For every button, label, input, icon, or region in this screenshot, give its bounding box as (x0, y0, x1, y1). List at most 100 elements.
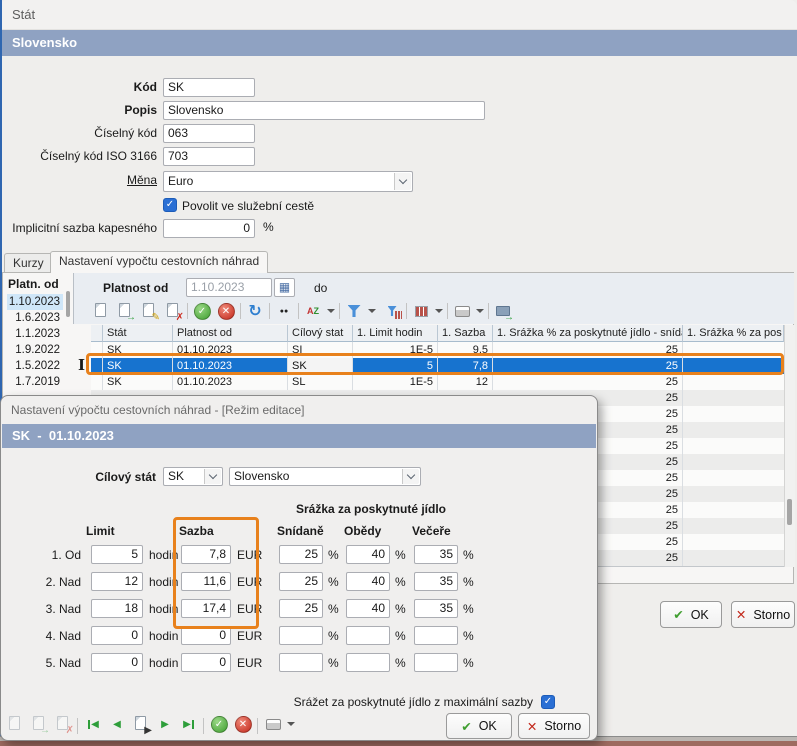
edit-record-icon[interactable]: ✎ (139, 301, 159, 321)
limit-input[interactable]: 12 (91, 572, 143, 591)
grid-scrollbar-track[interactable] (784, 325, 795, 567)
chevron-down-icon (399, 176, 407, 184)
obedy-input[interactable]: 40 (346, 572, 390, 591)
discard-icon[interactable]: ✕ (216, 301, 236, 321)
print-dropdown-icon[interactable] (470, 301, 490, 321)
mena-select[interactable]: Euro (163, 171, 413, 192)
col-gutter (91, 325, 103, 342)
first-record-icon[interactable]: ◀ (83, 714, 103, 734)
ciselny-kod-label: Číselný kód (0, 124, 157, 143)
limit-input[interactable]: 18 (91, 599, 143, 618)
limit-input[interactable]: 0 (91, 653, 143, 672)
dialog-title: Nastavení výpočtu cestovních náhrad - [R… (11, 403, 304, 417)
obedy-input[interactable]: 40 (346, 545, 390, 564)
col-pos[interactable]: 1. Srážka % za pos (683, 325, 784, 342)
columns-icon[interactable] (411, 301, 431, 321)
col-stat[interactable]: Stát (103, 325, 173, 342)
sazba-input[interactable]: 17,4 (181, 599, 231, 618)
kapesne-input[interactable]: 0 (163, 219, 255, 238)
cilovy-code-select[interactable]: SK (163, 467, 223, 486)
print-dropdown-icon[interactable] (281, 714, 301, 734)
obedy-col-header: Obědy (344, 524, 392, 538)
ok-button[interactable]: ✔ OK (660, 601, 722, 628)
grid-scrollbar-thumb[interactable] (787, 499, 792, 525)
last-record-icon[interactable]: ▶ (179, 714, 199, 734)
col-snidane[interactable]: 1. Srážka % za poskytnuté jídlo - snídan… (493, 325, 683, 342)
snidane-input[interactable]: 25 (279, 545, 323, 564)
filter-icon[interactable] (344, 301, 364, 321)
print-icon[interactable] (452, 301, 472, 321)
copy-record-icon[interactable]: → (29, 714, 49, 734)
filter-dropdown-icon[interactable] (362, 301, 382, 321)
iso-kod-input[interactable]: 703 (163, 147, 255, 166)
next-record-icon[interactable]: ▶ (155, 714, 175, 734)
record-header-label: Slovensko (12, 35, 77, 50)
obedy-input[interactable] (346, 653, 390, 672)
sort-dropdown-icon[interactable] (321, 301, 341, 321)
col-limit[interactable]: 1. Limit hodin (353, 325, 438, 342)
sazba-input[interactable]: 0 (181, 653, 231, 672)
sazba-input[interactable]: 0 (181, 626, 231, 645)
columns-dropdown-icon[interactable] (429, 301, 449, 321)
calendar-button[interactable]: ▦ (274, 278, 295, 297)
povolit-checkbox[interactable]: ✓ (163, 198, 177, 212)
snidane-input[interactable]: 25 (279, 572, 323, 591)
tab-kurzy[interactable]: Kurzy (4, 253, 53, 273)
table-row-selected[interactable]: SK 01.10.2023 SK 5 7,8 25 (3, 358, 784, 374)
new-record-icon[interactable] (5, 714, 25, 734)
vecere-input[interactable] (414, 653, 458, 672)
sazba-input[interactable]: 11,6 (181, 572, 231, 591)
sazba-input[interactable]: 7,8 (181, 545, 231, 564)
vecere-input[interactable]: 35 (414, 599, 458, 618)
mena-label[interactable]: Měna (0, 171, 157, 190)
new-record-icon[interactable] (91, 301, 111, 321)
col-sazba[interactable]: 1. Sazba (438, 325, 493, 342)
tab-nastaveni[interactable]: Nastavení vypočtu cestovních náhrad (50, 251, 268, 273)
sort-az-icon[interactable]: AZ (303, 301, 323, 321)
limit-input[interactable]: 5 (91, 545, 143, 564)
table-row[interactable]: SK 01.10.2023 SL 1E-5 12 25 (3, 374, 784, 390)
povolit-label: Povolit ve služební cestě (182, 199, 314, 213)
dialog-ok-button[interactable]: ✔ OK (446, 713, 512, 739)
popis-input[interactable]: Slovensko (163, 101, 485, 120)
prev-record-icon[interactable]: ◀ (107, 714, 127, 734)
delete-record-icon[interactable]: ✗ (163, 301, 183, 321)
snidane-input[interactable] (279, 626, 323, 645)
vecere-input[interactable]: 35 (414, 545, 458, 564)
snidane-input[interactable] (279, 653, 323, 672)
cilovy-name-select[interactable]: Slovensko (229, 467, 421, 486)
print-icon[interactable] (263, 714, 283, 734)
snidane-input[interactable]: 25 (279, 599, 323, 618)
window-titlebar[interactable]: Stát (0, 0, 797, 30)
table-row[interactable]: SK 01.10.2023 SI 1E-5 9,5 25 (3, 342, 784, 358)
col-platnost[interactable]: Platnost od (173, 325, 288, 342)
browse-records-icon[interactable]: ▶ (131, 714, 151, 734)
popis-label: Popis (0, 101, 157, 120)
delete-record-icon[interactable]: ✗ (53, 714, 73, 734)
mena-dropdown-button[interactable] (394, 173, 411, 190)
col-cilovy[interactable]: Cílový stat (288, 325, 353, 342)
search-icon[interactable]: ●● (274, 301, 294, 321)
cilovy-name-dropdown[interactable] (402, 469, 419, 484)
filter-stats-icon[interactable] (382, 301, 402, 321)
export-icon[interactable]: → (493, 301, 513, 321)
obedy-input[interactable]: 40 (346, 599, 390, 618)
vecere-input[interactable] (414, 626, 458, 645)
ciselny-kod-input[interactable]: 063 (163, 124, 255, 143)
refresh-icon[interactable]: ↻ (245, 301, 265, 321)
cilovy-code-dropdown[interactable] (204, 469, 221, 484)
platnost-od-input[interactable]: 1.10.2023 (186, 278, 272, 297)
discard-icon[interactable]: ✕ (233, 714, 253, 734)
storno-button[interactable]: ✕ Storno (731, 601, 795, 628)
limit-input[interactable]: 0 (91, 626, 143, 645)
vecere-input[interactable]: 35 (414, 572, 458, 591)
dialog-storno-button[interactable]: ✕ Storno (518, 713, 590, 739)
kod-input[interactable]: SK (163, 78, 255, 97)
srazet-checkbox[interactable]: ✓ (541, 695, 555, 709)
save-confirm-icon[interactable]: ✓ (192, 301, 212, 321)
check-icon: ✓ (166, 200, 174, 210)
grid-header-row: Stát Platnost od Cílový stat 1. Limit ho… (3, 325, 784, 342)
save-confirm-icon[interactable]: ✓ (209, 714, 229, 734)
obedy-input[interactable] (346, 626, 390, 645)
copy-record-icon[interactable]: → (115, 301, 135, 321)
